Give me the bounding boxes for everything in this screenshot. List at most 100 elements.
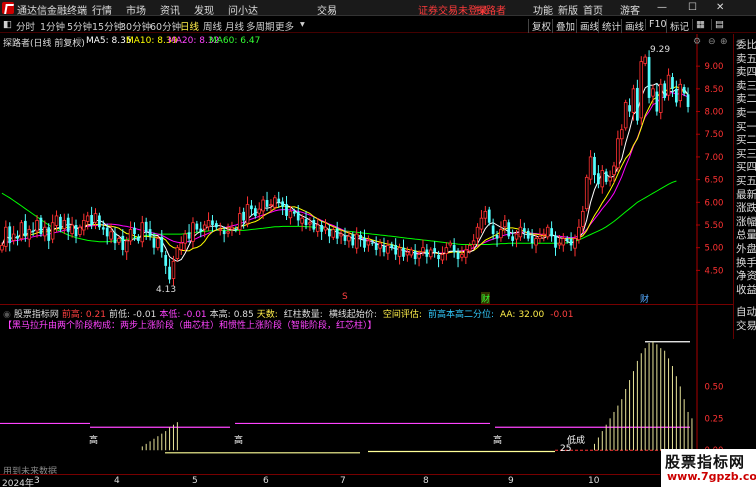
candle[interactable] (628, 98, 631, 117)
candle[interactable] (569, 232, 573, 251)
collapse-icon[interactable]: ◧ (3, 19, 12, 30)
candle[interactable] (425, 244, 429, 264)
candle[interactable] (604, 168, 608, 185)
candle[interactable] (550, 221, 553, 242)
candle[interactable] (433, 241, 437, 258)
candle[interactable] (655, 83, 659, 116)
candle[interactable] (98, 212, 101, 230)
candle[interactable] (179, 236, 184, 255)
candle[interactable] (312, 217, 316, 233)
candle[interactable] (288, 205, 293, 225)
candle[interactable] (554, 231, 557, 256)
candle[interactable] (522, 222, 526, 239)
candle[interactable] (593, 152, 596, 184)
candle[interactable] (11, 225, 16, 245)
menu-faxian[interactable]: 发现 (194, 2, 214, 17)
candle[interactable] (245, 196, 250, 228)
tab-multi[interactable]: 多周期 (246, 19, 275, 33)
tongji-button[interactable]: 统计 (598, 19, 621, 33)
candle[interactable] (464, 244, 468, 265)
candle[interactable] (366, 235, 371, 252)
maximize-icon[interactable]: ☐ (688, 2, 697, 13)
candle[interactable] (448, 240, 453, 248)
candle[interactable] (428, 247, 433, 260)
candle[interactable] (507, 219, 511, 240)
candle[interactable] (561, 233, 566, 252)
event-marker-s[interactable]: S (342, 292, 348, 302)
candle[interactable] (631, 84, 636, 121)
candle[interactable] (140, 215, 145, 248)
candle[interactable] (639, 56, 644, 125)
menu-shichang[interactable]: 市场 (126, 2, 146, 17)
candle[interactable] (16, 230, 19, 246)
candle[interactable] (50, 214, 55, 244)
candle[interactable] (545, 224, 550, 240)
candle[interactable] (82, 213, 86, 236)
candle[interactable] (518, 219, 523, 241)
candle[interactable] (460, 246, 464, 262)
candle[interactable] (70, 216, 74, 238)
menu-xinban[interactable]: 新版 (558, 2, 578, 17)
candle[interactable] (597, 165, 600, 189)
candle[interactable] (503, 215, 507, 234)
candle[interactable] (320, 220, 323, 240)
indicator-panel[interactable]: 0.500.250.00 ◉股票指标网前高:0.21前低:-0.01本低:-0.… (0, 304, 733, 477)
candle[interactable] (331, 226, 336, 240)
candle[interactable] (616, 130, 620, 172)
candle[interactable] (678, 78, 683, 108)
candle[interactable] (148, 220, 152, 241)
close-icon[interactable]: ✕ (716, 2, 724, 13)
tab-30min[interactable]: 30分钟 (120, 19, 151, 33)
zoom-out-icon[interactable]: ⊖ (708, 37, 716, 47)
biaoji-button[interactable]: 标记 (666, 19, 689, 33)
candle[interactable] (479, 210, 484, 234)
candle[interactable] (214, 220, 218, 230)
candle[interactable] (156, 235, 160, 251)
tab-month[interactable]: 月线 (225, 19, 244, 33)
panel-icon[interactable]: ▤ (711, 19, 724, 30)
menu-hangqing[interactable]: 行情 (92, 2, 112, 17)
candle[interactable] (452, 238, 456, 258)
menu-wenxiaoda[interactable]: 问小达 (228, 2, 258, 17)
candle[interactable] (315, 218, 320, 237)
candle[interactable] (413, 244, 417, 265)
candle[interactable] (19, 220, 24, 242)
candle[interactable] (137, 234, 140, 244)
candle[interactable] (608, 170, 612, 187)
candle[interactable] (281, 197, 284, 216)
menu-user[interactable]: 游客 (620, 2, 640, 17)
candle[interactable] (230, 221, 234, 236)
candle[interactable] (499, 221, 503, 242)
candle[interactable] (354, 227, 359, 254)
menu-gongneng[interactable]: 功能 (533, 2, 553, 17)
tab-more[interactable]: 更多 (275, 19, 294, 33)
candle[interactable] (643, 54, 647, 67)
candle[interactable] (600, 165, 605, 194)
f10-button[interactable]: F10 (645, 19, 667, 30)
candle[interactable] (623, 99, 628, 131)
diejia-button[interactable]: 叠加 (552, 19, 575, 33)
candle[interactable] (164, 250, 168, 275)
huaxian-button[interactable]: 画线 (576, 19, 599, 33)
menu-zixun[interactable]: 资讯 (160, 2, 180, 17)
candle[interactable] (43, 220, 47, 242)
candle[interactable] (666, 68, 671, 101)
candle[interactable] (674, 80, 678, 107)
candle[interactable] (328, 224, 331, 244)
candle[interactable] (374, 236, 378, 256)
tab-1min[interactable]: 1分钟 (40, 19, 65, 33)
tab-5min[interactable]: 5分钟 (67, 19, 92, 33)
candle[interactable] (74, 219, 78, 244)
candle[interactable] (250, 200, 253, 216)
grid-icon[interactable]: ▦ (692, 19, 705, 30)
candle[interactable] (409, 247, 414, 258)
candle[interactable] (285, 195, 288, 221)
sidebar-auto-trade-1[interactable]: 交易 (736, 318, 756, 333)
candle[interactable] (206, 212, 211, 231)
candle[interactable] (59, 214, 62, 233)
price-chart[interactable]: 9.00 8.50 8.00 7.50 7.00 6.50 6.00 5.50 5.00 4.50… (0, 34, 733, 305)
candle[interactable] (335, 221, 339, 245)
candle[interactable] (35, 215, 39, 238)
candle[interactable] (511, 229, 514, 247)
candle[interactable] (27, 225, 32, 248)
